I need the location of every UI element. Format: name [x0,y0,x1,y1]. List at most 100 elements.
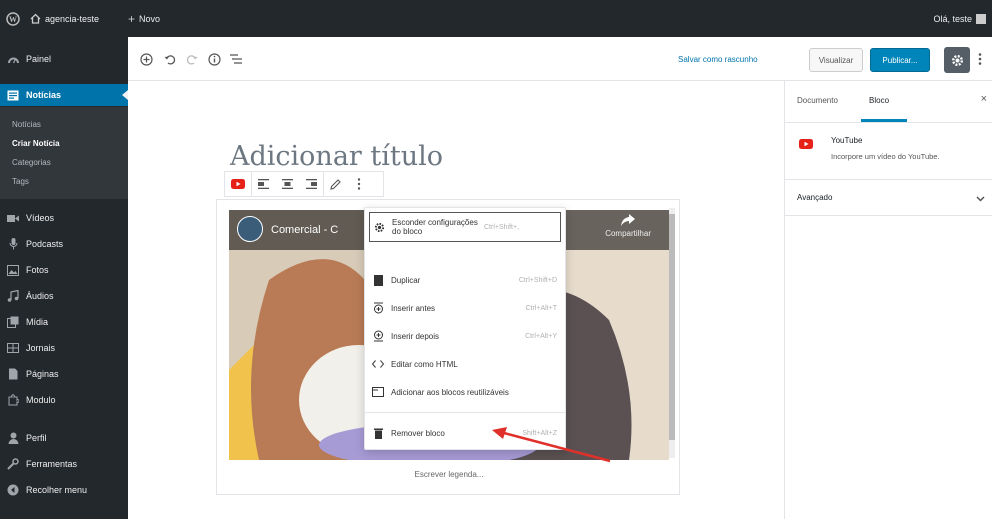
annotation-arrow [492,427,611,463]
menu-item-hide-block-settings[interactable]: Esconder configurações do bloco Ctrl+Shi… [369,212,561,242]
caption-input[interactable]: Escrever legenda... [217,470,681,479]
sidebar-item-painel[interactable]: Painel [0,48,128,70]
menu-item-label: Duplicar [391,275,421,285]
channel-avatar[interactable] [237,216,263,242]
align-center-icon[interactable] [275,171,299,197]
sidebar-item-label: Mídia [26,317,49,327]
block-toolbar [224,171,384,197]
align-right-icon[interactable] [299,171,323,197]
insert-after-icon [369,330,387,342]
sidebar-item-podcasts[interactable]: Podcasts [0,233,128,255]
close-icon[interactable]: × [981,93,987,105]
submenu-item-tags[interactable]: Tags [0,177,29,186]
insert-before-icon [369,302,387,314]
newspaper-icon [0,343,26,353]
content-info-button[interactable] [208,37,221,81]
menu-item-insert-after[interactable]: Inserir depois Ctrl+Alt+Y [369,322,561,350]
post-title-input[interactable]: Adicionar título [230,141,443,172]
embed-scrollbar[interactable] [669,208,675,458]
wordpress-logo-icon[interactable]: W [6,0,20,37]
new-content-link[interactable]: + Novo [128,0,160,37]
account-menu[interactable]: Olá, teste [933,0,986,37]
submenu-item-criar-noticia[interactable]: Criar Notícia [0,139,60,148]
active-tab-indicator [861,119,907,122]
sidebar-item-label: Recolher menu [26,485,88,495]
plus-icon: + [128,11,136,26]
sidebar-item-jornais[interactable]: Jornais [0,337,128,359]
block-more-options-icon[interactable] [347,171,371,197]
sidebar-item-videos[interactable]: Vídeos [0,207,128,229]
share-arrow-icon [621,214,636,226]
tab-document[interactable]: Documento [797,96,838,105]
block-navigation-button[interactable] [230,37,242,81]
media-icon [0,316,26,328]
share-label: Compartilhar [605,229,651,238]
sidebar-item-modulo[interactable]: Modulo [0,389,128,411]
html-icon [369,359,387,369]
share-button[interactable]: Compartilhar [605,214,651,238]
vertical-ellipsis-icon [978,53,982,65]
svg-text:W: W [9,15,17,24]
align-left-icon[interactable] [251,171,275,197]
block-options-menu: Esconder configurações do bloco Ctrl+Shi… [364,207,566,450]
more-options-button[interactable] [978,37,982,81]
sidebar-item-audios[interactable]: Áudios [0,285,128,307]
photo-icon [0,264,26,276]
redo-button[interactable] [186,37,198,81]
list-icon [230,54,242,64]
sidebar-item-label: Páginas [26,369,59,379]
save-draft-button[interactable]: Salvar como rascunho [678,37,758,81]
tab-block[interactable]: Bloco [869,96,889,105]
submenu-item-categorias[interactable]: Categorias [0,158,51,167]
menu-item-shortcut: Ctrl+Shift+, [484,223,520,231]
audio-icon [0,290,26,302]
duplicate-icon [369,274,387,286]
youtube-icon[interactable] [225,179,251,189]
block-name: YouTube [831,136,863,145]
menu-item-label: Esconder configurações do bloco [392,218,478,236]
sidebar-item-ferramentas[interactable]: Ferramentas [0,453,128,475]
site-name-link[interactable]: agencia-teste [30,0,99,37]
menu-item-duplicate[interactable]: Duplicar Ctrl+Shift+D [369,266,561,294]
sidebar-item-midia[interactable]: Mídia [0,311,128,333]
noticias-submenu: Notícias Criar Notícia Categorias Tags [0,107,128,199]
sidebar-item-label: Áudios [26,291,54,301]
menu-item-label: Inserir antes [391,303,436,313]
admin-bar: W agencia-teste + Novo Olá, teste [0,0,992,37]
submenu-item-noticias[interactable]: Notícias [0,120,41,129]
video-title[interactable]: Comercial - C [271,224,338,236]
add-block-button[interactable] [140,37,153,81]
trash-icon [369,428,387,439]
greeting: Olá, teste [933,13,972,24]
microphone-icon [0,238,26,250]
menu-item-label: Editar como HTML [391,359,458,369]
block-description: Incorpore um vídeo do YouTube. [831,152,940,161]
info-icon [208,52,221,66]
admin-sidebar: Painel Notícias Notícias Criar Notícia C… [0,37,128,519]
sidebar-item-perfil[interactable]: Perfil [0,427,128,449]
advanced-panel-toggle[interactable]: Avançado [785,180,992,216]
reusable-block-icon [369,387,387,397]
pages-icon [0,368,26,380]
preview-button[interactable]: Visualizar [809,48,863,72]
settings-toggle-button[interactable] [944,47,970,73]
menu-item-shortcut: Ctrl+Alt+Y [525,332,557,340]
sidebar-item-label: Modulo [26,395,56,405]
menu-item-shortcut: Ctrl+Shift+D [518,276,557,284]
wordpress-editor-screen: W agencia-teste + Novo Olá, teste Painel… [0,0,992,519]
menu-item-insert-before[interactable]: Inserir antes Ctrl+Alt+T [369,294,561,322]
chevron-down-icon [976,194,985,204]
sidebar-item-paginas[interactable]: Páginas [0,363,128,385]
sidebar-item-fotos[interactable]: Fotos [0,259,128,281]
news-icon [0,90,26,101]
publish-button[interactable]: Publicar... [870,48,930,72]
embed-scrollbar-thumb[interactable] [669,214,675,440]
sidebar-item-recolher-menu[interactable]: Recolher menu [0,479,128,501]
menu-item-label: Adicionar aos blocos reutilizáveis [391,387,509,397]
menu-item-add-to-reusable-blocks[interactable]: Adicionar aos blocos reutilizáveis [369,378,561,406]
edit-pencil-icon[interactable] [323,171,347,197]
youtube-icon [799,139,813,151]
sidebar-item-noticias[interactable]: Notícias [0,84,128,106]
menu-item-edit-as-html[interactable]: Editar como HTML [369,350,561,378]
undo-button[interactable] [164,37,176,81]
